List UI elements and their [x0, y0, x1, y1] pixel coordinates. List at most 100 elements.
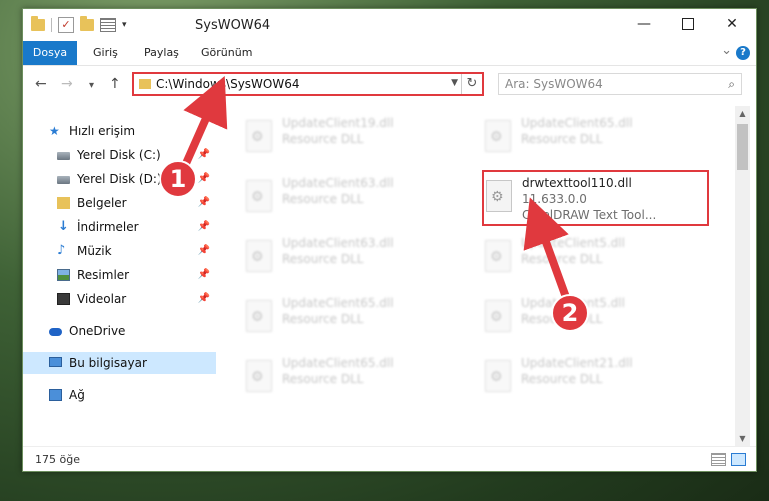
- disk-icon: [57, 176, 70, 184]
- sidebar-item-network[interactable]: Ağ: [23, 384, 216, 406]
- file-item-drwtexttool110[interactable]: drwtexttool110.dll 11.633.0.0 CorelDRAW …: [482, 170, 706, 222]
- maximize-icon: [682, 18, 694, 30]
- help-icon[interactable]: ?: [736, 46, 750, 60]
- address-dropdown-chevron-icon[interactable]: ▼: [451, 78, 458, 88]
- tab-share[interactable]: Paylaş: [144, 41, 179, 65]
- dll-file-icon: [246, 120, 272, 152]
- pin-icon: 📌: [197, 245, 210, 256]
- scrollbar-thumb[interactable]: [737, 124, 748, 170]
- network-icon: [49, 389, 62, 401]
- file-name: UpdateClient5.dll: [521, 236, 625, 250]
- file-list: UpdateClient19.dll Resource DLL UpdateCl…: [216, 106, 733, 446]
- sidebar-item-label: Ağ: [69, 388, 85, 402]
- file-type: Resource DLL: [521, 372, 603, 386]
- properties-icon[interactable]: [100, 18, 116, 32]
- minimize-button[interactable]: —: [624, 13, 664, 37]
- file-version: 11.633.0.0: [522, 192, 587, 206]
- file-type: Resource DLL: [521, 252, 603, 266]
- file-item[interactable]: UpdateClient63.dll Resource DLL: [242, 230, 466, 282]
- recent-locations-chevron-icon[interactable]: ▾: [89, 80, 94, 91]
- file-name: UpdateClient21.dll: [521, 356, 633, 370]
- file-type: Resource DLL: [521, 132, 603, 146]
- sidebar-item-downloads[interactable]: ↓ İndirmeler 📌: [23, 216, 216, 238]
- dll-file-icon: [485, 360, 511, 392]
- file-item[interactable]: UpdateClient65.dll Resource DLL: [242, 290, 466, 342]
- customize-toolbar-chevron-icon[interactable]: ▾: [122, 20, 127, 30]
- forward-arrow-icon[interactable]: →: [61, 76, 73, 92]
- sidebar-item-pictures[interactable]: Resimler 📌: [23, 264, 216, 286]
- sidebar-item-label: Hızlı erişim: [69, 124, 136, 138]
- navigation-bar: ← → ▾ ↑ C:\Windows\SysWOW64 ▼ ↻ Ara: Sys…: [23, 66, 756, 104]
- file-item[interactable]: UpdateClient63.dll Resource DLL: [242, 170, 466, 222]
- sidebar-item-label: Resimler: [77, 268, 130, 282]
- sidebar-item-label: Yerel Disk (C:): [77, 148, 161, 162]
- navigation-pane: ★ Hızlı erişim Yerel Disk (C:) 📌 Yerel D…: [23, 106, 216, 446]
- file-name: UpdateClient65.dll: [282, 356, 394, 370]
- sidebar-item-videos[interactable]: Videolar 📌: [23, 288, 216, 310]
- sidebar-item-label: OneDrive: [69, 324, 126, 338]
- file-item[interactable]: UpdateClient65.dll Resource DLL: [481, 110, 705, 162]
- back-arrow-icon[interactable]: ←: [35, 76, 47, 92]
- tab-view[interactable]: Görünüm: [201, 41, 252, 65]
- file-item[interactable]: UpdateClient5.dll Resource DLL: [481, 230, 705, 282]
- pin-icon: 📌: [197, 173, 210, 184]
- vertical-scrollbar[interactable]: ▲ ▼: [735, 106, 750, 446]
- file-item[interactable]: UpdateClient19.dll Resource DLL: [242, 110, 466, 162]
- download-icon: ↓: [58, 219, 69, 234]
- dll-file-icon: [246, 360, 272, 392]
- sidebar-item-quick-access[interactable]: ★ Hızlı erişim: [23, 120, 216, 142]
- properties-check-icon[interactable]: ✓: [58, 17, 74, 33]
- sidebar-item-this-pc[interactable]: Bu bilgisayar: [23, 352, 216, 374]
- sidebar-item-onedrive[interactable]: OneDrive: [23, 320, 216, 342]
- file-item[interactable]: UpdateClient21.dll Resource DLL: [481, 350, 705, 402]
- pin-icon: 📌: [197, 149, 210, 160]
- pin-icon: 📌: [197, 269, 210, 280]
- new-folder-icon[interactable]: [80, 16, 94, 31]
- file-type: Resource DLL: [282, 132, 364, 146]
- search-icon[interactable]: ⌕: [728, 74, 735, 94]
- address-path[interactable]: C:\Windows\SysWOW64: [156, 77, 300, 91]
- dll-file-icon: [485, 300, 511, 332]
- file-name: UpdateClient65.dll: [521, 116, 633, 130]
- details-view-icon[interactable]: [711, 453, 726, 466]
- scroll-up-arrow-icon[interactable]: ▲: [735, 106, 750, 121]
- sidebar-item-music[interactable]: ♪ Müzik 📌: [23, 240, 216, 262]
- status-bar: 175 öğe: [23, 446, 756, 471]
- file-item[interactable]: UpdateClient5.dll Resource DLL: [481, 290, 705, 342]
- folder-icon[interactable]: [31, 16, 45, 31]
- scroll-down-arrow-icon[interactable]: ▼: [735, 431, 750, 446]
- refresh-icon[interactable]: ↻: [461, 74, 482, 94]
- sidebar-item-label: Belgeler: [77, 196, 127, 210]
- explorer-window: ✓ ▾ SysWOW64 — ✕ Dosya Giriş Paylaş Görü…: [22, 8, 757, 472]
- file-item[interactable]: UpdateClient65.dll Resource DLL: [242, 350, 466, 402]
- item-count: 175 öğe: [35, 453, 80, 466]
- search-placeholder: Ara: SysWOW64: [505, 77, 603, 91]
- sidebar-item-label: Bu bilgisayar: [69, 356, 147, 370]
- file-type: Resource DLL: [282, 252, 364, 266]
- file-name: UpdateClient63.dll: [282, 176, 394, 190]
- toolbar-separator: [51, 18, 52, 32]
- dll-file-icon: [485, 120, 511, 152]
- dll-file-icon: [485, 240, 511, 272]
- expand-ribbon-chevron-icon[interactable]: ⌄: [721, 43, 732, 58]
- dll-file-icon: [246, 180, 272, 212]
- step-badge-2: 2: [551, 294, 589, 332]
- title-bar: ✓ ▾ SysWOW64 — ✕: [23, 9, 756, 41]
- maximize-button[interactable]: [668, 13, 708, 37]
- file-name: UpdateClient63.dll: [282, 236, 394, 250]
- file-name: drwtexttool110.dll: [522, 176, 632, 190]
- large-icons-view-icon[interactable]: [731, 453, 746, 466]
- address-bar[interactable]: C:\Windows\SysWOW64 ▼ ↻: [132, 72, 484, 96]
- video-icon: [57, 293, 70, 305]
- search-input[interactable]: Ara: SysWOW64 ⌕: [498, 73, 742, 95]
- up-arrow-icon[interactable]: ↑: [109, 76, 121, 92]
- file-name: UpdateClient65.dll: [282, 296, 394, 310]
- tab-home[interactable]: Giriş: [93, 41, 118, 65]
- sidebar-item-label: Müzik: [77, 244, 112, 258]
- cloud-icon: [49, 328, 62, 336]
- close-button[interactable]: ✕: [712, 13, 752, 37]
- pin-icon: 📌: [197, 293, 210, 304]
- file-type: Resource DLL: [282, 372, 364, 386]
- ribbon: Dosya Giriş Paylaş Görünüm ⌄ ?: [23, 41, 756, 66]
- tab-file[interactable]: Dosya: [23, 41, 77, 65]
